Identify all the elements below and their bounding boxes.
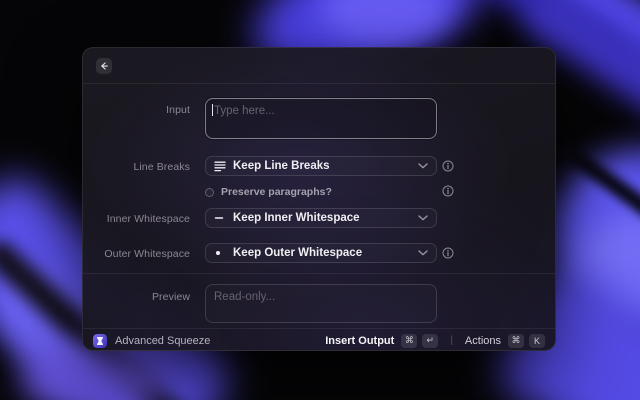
advanced-squeeze-app-icon [93,333,107,348]
dash-icon [214,217,224,219]
command-key[interactable]: ⌘ [508,333,524,348]
primary-action-label: Insert Output [325,334,395,347]
text-caret [212,104,213,116]
inner-whitespace-dropdown[interactable]: Keep Inner Whitespace [205,208,437,228]
preview-textarea[interactable] [205,284,437,323]
line-breaks-dropdown[interactable]: Keep Line Breaks [205,156,437,176]
command-key[interactable]: ⌘ [401,333,418,348]
checkbox-circle-icon [205,187,214,197]
header-divider [83,83,555,84]
line-breaks-value: Keep Line Breaks [233,160,330,172]
info-icon[interactable] [442,160,454,172]
arrow-left-icon [101,62,108,70]
outer-whitespace-dropdown[interactable]: Keep Outer Whitespace [205,243,437,263]
footer-bar: Advanced Squeeze Insert Output ⌘ ↵ | Act… [83,329,555,350]
input-label: Input [166,104,190,116]
k-key[interactable]: K [529,333,545,348]
bullet-icon [216,251,220,255]
chevron-down-icon [418,163,428,169]
actions-label: Actions [464,334,501,347]
footer-separator: | [450,335,453,346]
extension-window: Input Line Breaks Keep Line Breaks Prese… [82,47,556,351]
line-breaks-icon [214,161,226,172]
preview-label: Preview [151,291,190,303]
primary-action[interactable]: Insert Output ⌘ ↵ [325,333,439,348]
section-divider [83,273,555,274]
window-header [83,48,555,83]
return-key[interactable]: ↵ [422,333,439,348]
app-name: Advanced Squeeze [115,334,211,347]
outer-whitespace-label: Outer Whitespace [104,248,190,260]
inner-whitespace-value: Keep Inner Whitespace [233,212,360,224]
actions-menu-button[interactable]: Actions ⌘ K [464,333,545,348]
line-breaks-label: Line Breaks [133,161,190,173]
outer-whitespace-value: Keep Outer Whitespace [233,247,363,259]
chevron-down-icon [418,215,428,221]
chevron-down-icon [418,250,428,256]
back-button[interactable] [96,58,112,74]
preserve-paragraphs-checkbox[interactable]: Preserve paragraphs? [205,185,332,199]
info-icon[interactable] [442,247,454,259]
info-icon[interactable] [442,185,454,197]
preserve-paragraphs-label: Preserve paragraphs? [221,186,332,198]
input-textarea[interactable] [205,98,437,139]
inner-whitespace-label: Inner Whitespace [106,213,190,225]
